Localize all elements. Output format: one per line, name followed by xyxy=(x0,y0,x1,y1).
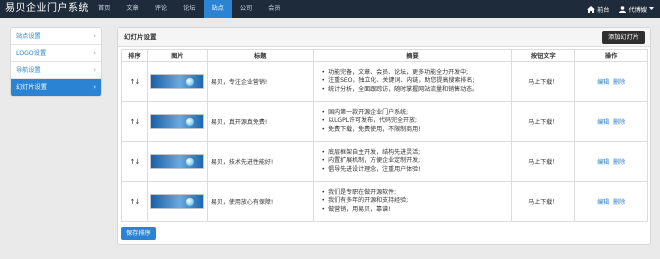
column-header-image: 图片 xyxy=(146,49,208,62)
sidebar-item-slideshow-settings[interactable]: 幻灯片设置 › xyxy=(11,79,101,96)
slide-summary: 功能完备，文章、会员、论坛，更多功能全力开发中; 注重SEO，独立化、关键词、内… xyxy=(312,61,513,102)
user-name: 代博嫂 xyxy=(628,6,647,14)
edit-link[interactable]: 编辑 xyxy=(597,159,609,166)
top-nav: 首页 文章 评论 论坛 站点 公司 会员 xyxy=(90,0,289,18)
sidebar-item-label: 站点设置 xyxy=(16,33,41,40)
chevron-right-icon: › xyxy=(93,66,96,74)
add-slide-button[interactable]: 添加幻灯片 xyxy=(602,31,645,44)
summary-line: 国内第一款开源企业门户系统; xyxy=(322,109,512,118)
slide-button-text: 马上下载！ xyxy=(511,141,576,182)
summary-line: 底层框架自主开发，结构先进灵活; xyxy=(322,149,512,158)
slide-button-text: 马上下载！ xyxy=(511,101,576,142)
table-row: ↑↓ 易贝，技术先进性能好! 底层框架自主开发，结构先进灵活; 内置扩展机制，方… xyxy=(121,141,648,182)
summary-line: 免费下载，免费使用，不限制商用! xyxy=(322,126,512,135)
user-menu[interactable]: 代博嫂 xyxy=(619,5,654,14)
sidebar-item-logo-settings[interactable]: LOGO设置 › xyxy=(11,45,101,62)
slideshow-panel: 幻灯片设置 添加幻灯片 排序 图片 标题 摘要 按钮文字 操作 ↑↓ 易贝，专注… xyxy=(117,27,651,245)
edit-link[interactable]: 编辑 xyxy=(597,199,609,206)
nav-item-members[interactable]: 会员 xyxy=(260,0,288,18)
sort-arrows-icon[interactable]: ↑↓ xyxy=(121,141,148,182)
panel-header: 幻灯片设置 添加幻灯片 xyxy=(118,28,650,47)
chevron-right-icon: › xyxy=(93,83,96,91)
nav-item-forum[interactable]: 论坛 xyxy=(175,0,203,18)
row-actions: 编辑 删除 xyxy=(574,61,648,102)
summary-line: 统计分析，全面跟踪访，随时掌握网站流量和销售动态。 xyxy=(322,86,512,95)
sort-arrows-icon[interactable]: ↑↓ xyxy=(121,101,148,142)
slide-title: 易贝，技术先进性能好! xyxy=(206,141,314,182)
row-actions: 编辑 删除 xyxy=(574,181,648,222)
slides-table: 排序 图片 标题 摘要 按钮文字 操作 ↑↓ 易贝，专注企业营销! 功能完备，文… xyxy=(121,49,648,222)
column-header-actions: 操作 xyxy=(574,49,648,62)
sidebar-item-site-settings[interactable]: 站点设置 › xyxy=(11,28,101,45)
column-header-button-text: 按钮文字 xyxy=(511,49,576,62)
chevron-right-icon: › xyxy=(93,32,96,40)
summary-line: 注重SEO，独立化、关键词、内链，助您提高搜索排名; xyxy=(322,77,512,86)
nav-item-home[interactable]: 首页 xyxy=(90,0,118,18)
nav-item-articles[interactable]: 文章 xyxy=(118,0,146,18)
row-actions: 编辑 删除 xyxy=(574,141,648,182)
table-row: ↑↓ 易贝，真开源真免费! 国内第一款开源企业门户系统; 以LGPL许可发布，代… xyxy=(121,101,648,142)
slide-thumbnail xyxy=(150,114,205,129)
edit-link[interactable]: 编辑 xyxy=(597,79,609,86)
summary-line: 以LGPL许可发布，代码完全开放; xyxy=(322,117,512,126)
sort-arrows-icon[interactable]: ↑↓ xyxy=(121,61,148,102)
chevron-right-icon: › xyxy=(93,49,96,57)
slide-title: 易贝，真开源真免费! xyxy=(206,101,314,142)
nav-item-site[interactable]: 站点 xyxy=(203,0,232,18)
sidebar-item-label: LOGO设置 xyxy=(16,50,47,57)
sidebar-item-label: 导航设置 xyxy=(16,67,41,74)
nav-item-comments[interactable]: 评论 xyxy=(147,0,175,18)
summary-line: 功能完备，文章、会员、论坛，更多功能全力开发中; xyxy=(322,69,512,78)
slide-thumbnail xyxy=(150,154,205,169)
delete-link[interactable]: 删除 xyxy=(613,79,625,86)
save-order-button[interactable]: 保存排序 xyxy=(121,227,156,240)
summary-line: 做营销，用易贝，靠谱! xyxy=(322,206,512,215)
summary-line: 我们是专职在做开源软件; xyxy=(322,189,512,198)
sidebar-item-nav-settings[interactable]: 导航设置 › xyxy=(11,62,101,79)
row-actions: 编辑 删除 xyxy=(574,101,648,142)
slide-thumbnail xyxy=(150,194,205,209)
table-row: ↑↓ 易贝，专注企业营销! 功能完备，文章、会员、论坛，更多功能全力开发中; 注… xyxy=(121,61,648,102)
table-row: ↑↓ 易贝，使用放心有保障! 我们是专职在做开源软件; 我们有多年的开源和支持经… xyxy=(121,181,648,222)
delete-link[interactable]: 删除 xyxy=(613,159,625,166)
column-header-sort: 排序 xyxy=(121,49,148,62)
slide-summary: 我们是专职在做开源软件; 我们有多年的开源和支持经验; 做营销，用易贝，靠谱! xyxy=(312,181,513,222)
sort-arrows-icon[interactable]: ↑↓ xyxy=(121,181,148,222)
frontend-link[interactable]: 前台 xyxy=(587,5,609,14)
sidebar-item-label: 幻灯片设置 xyxy=(16,84,47,91)
slide-title: 易贝，专注企业营销! xyxy=(206,61,314,102)
sidebar: 站点设置 › LOGO设置 › 导航设置 › 幻灯片设置 › xyxy=(10,27,102,97)
summary-line: 我们有多年的开源和支持经验; xyxy=(322,197,512,206)
nav-item-company[interactable]: 公司 xyxy=(232,0,260,18)
user-icon xyxy=(619,5,627,13)
column-header-summary: 摘要 xyxy=(312,49,513,62)
delete-link[interactable]: 删除 xyxy=(613,199,625,206)
top-right-menu: 前台 代博嫂 xyxy=(587,0,654,18)
home-icon xyxy=(587,5,596,13)
page-title: 幻灯片设置 xyxy=(124,33,157,41)
slide-title: 易贝，使用放心有保障! xyxy=(206,181,314,222)
top-navbar: 易贝企业门户系统 首页 文章 评论 论坛 站点 公司 会员 前台 代博嫂 xyxy=(0,0,660,18)
slide-summary: 国内第一款开源企业门户系统; 以LGPL许可发布，代码完全开放; 免费下载，免费… xyxy=(312,101,513,142)
edit-link[interactable]: 编辑 xyxy=(597,119,609,126)
table-header-row: 排序 图片 标题 摘要 按钮文字 操作 xyxy=(121,49,648,62)
summary-line: 倡导先进设计理念，注重用户体验! xyxy=(322,166,512,175)
slide-thumbnail xyxy=(150,74,205,89)
slide-summary: 底层框架自主开发，结构先进灵活; 内置扩展机制，方便企业定制开发; 倡导先进设计… xyxy=(312,141,513,182)
caret-down-icon xyxy=(649,7,654,11)
frontend-label: 前台 xyxy=(597,6,610,14)
brand-logo[interactable]: 易贝企业门户系统 xyxy=(5,2,89,16)
delete-link[interactable]: 删除 xyxy=(613,119,625,126)
slide-button-text: 马上下载！ xyxy=(511,181,576,222)
summary-line: 内置扩展机制，方便企业定制开发; xyxy=(322,157,512,166)
column-header-title: 标题 xyxy=(206,49,314,62)
slide-button-text: 马上下载！ xyxy=(511,61,576,102)
